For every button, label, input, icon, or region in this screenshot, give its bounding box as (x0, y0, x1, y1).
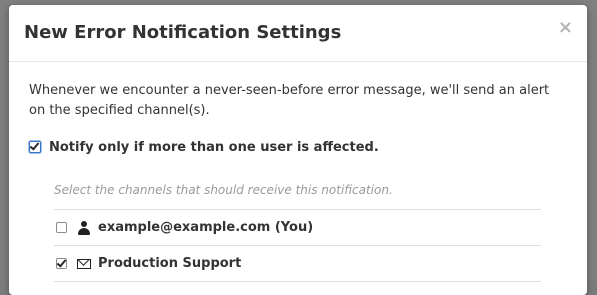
user-icon (77, 220, 91, 235)
channel-item-you[interactable]: example@example.com (You) (54, 210, 541, 246)
modal-title: New Error Notification Settings (24, 22, 342, 43)
modal-header: New Error Notification Settings × (9, 5, 587, 62)
channel-checkbox-you[interactable] (56, 222, 67, 233)
channel-label-you: example@example.com (You) (98, 220, 314, 235)
channels-hint: Select the channels that should receive … (54, 179, 541, 210)
channel-item-production-support[interactable]: Production Support (54, 246, 541, 282)
notify-multiple-users-checkbox[interactable] (29, 140, 41, 153)
notify-multiple-users-label: Notify only if more than one user is aff… (49, 139, 379, 155)
checkmark-icon (56, 257, 67, 268)
channel-label-production-support: Production Support (98, 256, 242, 271)
notification-settings-modal: New Error Notification Settings × Whenev… (9, 5, 587, 295)
channel-list: Select the channels that should receive … (54, 179, 541, 282)
channel-checkbox-production-support[interactable] (56, 257, 67, 269)
close-icon[interactable]: × (558, 19, 573, 37)
intro-text: Whenever we encounter a never-seen-befor… (29, 83, 550, 118)
envelope-icon (77, 257, 91, 271)
checkmark-icon (29, 140, 40, 151)
notify-multiple-users-option[interactable]: Notify only if more than one user is aff… (29, 137, 379, 157)
